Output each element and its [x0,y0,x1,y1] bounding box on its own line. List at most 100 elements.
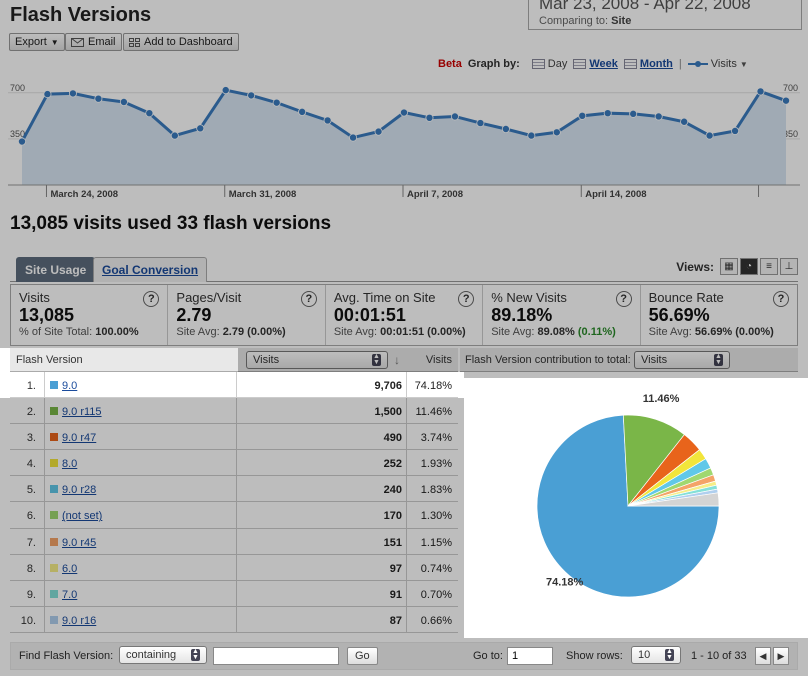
contribution-select[interactable]: Visits ▲ ▼ [634,351,730,369]
visits-point [17,137,26,146]
prev-page-icon[interactable]: ◀ [755,647,771,665]
series-color-swatch [50,615,58,624]
flash-version-link[interactable]: 9.0 [62,380,77,392]
metric-sub: Site Avg: 2.79 (0.00%) [176,326,316,338]
pie-view-icon[interactable]: ◔ [740,258,758,275]
flash-version-link[interactable]: 9.0 r28 [62,484,96,496]
performance-view-icon[interactable]: ≡ [760,258,778,275]
table-view-icon[interactable]: ▦ [720,258,738,275]
visits-area [22,90,786,185]
export-button[interactable]: Export ▼ [9,33,65,51]
metric-value: 89.18% [491,305,553,325]
data-table: Flash Version Visits ▲ ▼ ↓ Visits 1. 9.0 9,… [10,348,458,633]
metric-name: % New Visits [491,290,567,305]
visits-over-time-chart: 700 700350 350March 24, 2008 March 31, 2008… [8,83,800,200]
metric-sub-label: Site Avg: [648,326,692,338]
graph-by-label: Graph by: [467,58,520,70]
metric-value: 2.79 [176,305,212,325]
flash-version-link[interactable]: 9.0 r115 [62,406,102,418]
series-color-swatch [50,563,58,572]
column-header-visits[interactable]: Visits [426,354,452,366]
row-index: 3. [26,432,36,445]
select-arrows-icon: ▲ ▼ [714,353,723,366]
visits-percent: 1.30% [420,510,452,523]
metric-sub-value: 56.69% (0.00%) [694,326,774,338]
graph-by-bar: Beta Graph by: Day Week Month | Visits ▼ [438,57,798,71]
metric-name: Visits [19,290,50,305]
help-icon[interactable]: ? [615,291,632,307]
graph-by-day[interactable]: Day [531,58,567,70]
help-icon[interactable]: ? [773,291,790,307]
row-index: 4. [26,458,36,471]
flash-version-link[interactable]: 9.0 r47 [62,432,96,444]
metric-sub-value: 89.08% [537,326,575,338]
table-row: 2. 9.0 r115 1,500 11.46% [10,398,458,425]
metric-sub-label: % of Site Total: [19,326,93,338]
go-button[interactable]: Go [347,647,378,665]
match-type-value: containing [126,649,177,661]
graph-by-week[interactable]: Week [573,58,618,70]
metric-card: Bounce Rate 56.69% Site Avg: 56.69% (0.00%… [641,285,797,345]
flash-version-link[interactable]: 9.0 r45 [62,537,96,549]
find-input[interactable] [213,647,339,665]
metric-sub-value: 00:01:51 (0.00%) [380,326,466,338]
metric-sub: Site Avg: 89.08% (0.11%) [491,326,631,338]
visits-point [756,87,765,96]
metric-value: 56.69% [648,305,710,325]
help-icon[interactable]: ? [300,291,317,307]
flash-version-link[interactable]: 7.0 [62,589,77,601]
show-rows-select[interactable]: 10 ▲ ▼ [631,646,681,664]
visits-percent: 11.46% [415,406,453,419]
metric-sub-change: (0.11%) [577,326,616,338]
table-row: 4. 8.0 252 1.93% [10,450,458,477]
visits-percent: 1.83% [420,484,452,497]
visits-point [374,127,383,136]
goto-input[interactable] [507,647,553,665]
metric-sub: Site Avg: 00:01:51 (0.00%) [334,326,474,338]
visits-value: 170 [383,510,402,523]
metric-card: % New Visits 89.18% Site Avg: 89.08% (0.11… [483,285,641,345]
table-header: Flash Version Visits ▲ ▼ ↓ Visits [10,348,458,372]
report-tabs: Site Usage Goal Conversion Views: ▦ ◔ ≡ … [10,255,798,282]
flash-version-link[interactable]: 9.0 r16 [62,615,96,627]
sort-desc-icon[interactable]: ↓ [394,353,400,367]
row-index: 6. [26,510,36,523]
flash-version-link[interactable]: 8.0 [62,458,77,470]
tab-goal-conversion[interactable]: Goal Conversion [93,257,208,282]
metric-card: Visits 13,085% of Site Total: 100.00% ? [11,285,169,345]
table-rows: 1. 9.0 9,706 74.18% 2. 9.0 r115 1,500 11.46% 3. 9… [10,372,458,633]
visits-point [654,112,663,121]
visits-value: 240 [383,484,402,497]
email-button[interactable]: Email [65,33,122,51]
column-header-flash-version[interactable]: Flash Version [16,354,83,366]
series-color-swatch [50,459,58,468]
series-color-swatch [50,485,58,494]
metric-name: Bounce Rate [648,290,724,305]
visits-value: 252 [383,458,402,471]
graph-by-month[interactable]: Month [623,58,673,70]
visits-point [247,91,256,100]
add-to-dashboard-button[interactable]: Add to Dashboard [123,33,239,51]
table-row: 1. 9.0 9,706 74.18% [10,372,458,399]
visits-point [119,97,128,106]
next-page-icon[interactable]: ▶ [773,647,789,665]
visits-point [705,131,714,140]
metrics-scorecard: Visits 13,085% of Site Total: 100.00% ? Pa… [10,284,798,346]
email-label: Email [88,36,116,48]
metric-select[interactable]: Visits ▲ ▼ [246,351,388,369]
flash-version-link[interactable]: (not set) [62,510,102,522]
table-footer: Find Flash Version: containing ▲ ▼ Go Go … [10,642,798,670]
visits-point [629,109,638,118]
row-index: 10. [20,614,36,627]
match-type-select[interactable]: containing ▲ ▼ [119,646,207,664]
contribution-pie-chart: 74.18% 11.46% [536,393,720,598]
envelope-icon [71,37,84,47]
date-range-picker[interactable]: Mar 23, 2008 - Apr 22, 2008 Comparing to… [528,0,802,30]
visits-percent: 0.70% [420,588,452,601]
graph-legend-select[interactable]: Visits ▼ [687,58,748,70]
comparison-view-icon[interactable]: ⊥ [780,258,798,275]
tab-site-usage[interactable]: Site Usage [16,257,96,282]
visits-point [476,119,485,128]
flash-version-link[interactable]: 6.0 [62,563,77,575]
metric-select-value: Visits [253,354,280,366]
